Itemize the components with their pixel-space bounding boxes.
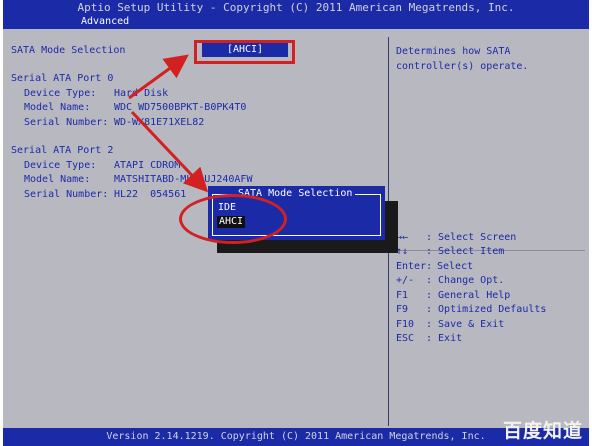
annotation-arrow-top — [128, 54, 189, 100]
bios-screen: Aptio Setup Utility - Copyright (C) 2011… — [3, 0, 589, 446]
annotation-arrow-bottom — [130, 110, 209, 193]
annotation-arrows — [128, 54, 209, 193]
baidu-zhidao-watermark: 百度知道 — [503, 420, 584, 442]
